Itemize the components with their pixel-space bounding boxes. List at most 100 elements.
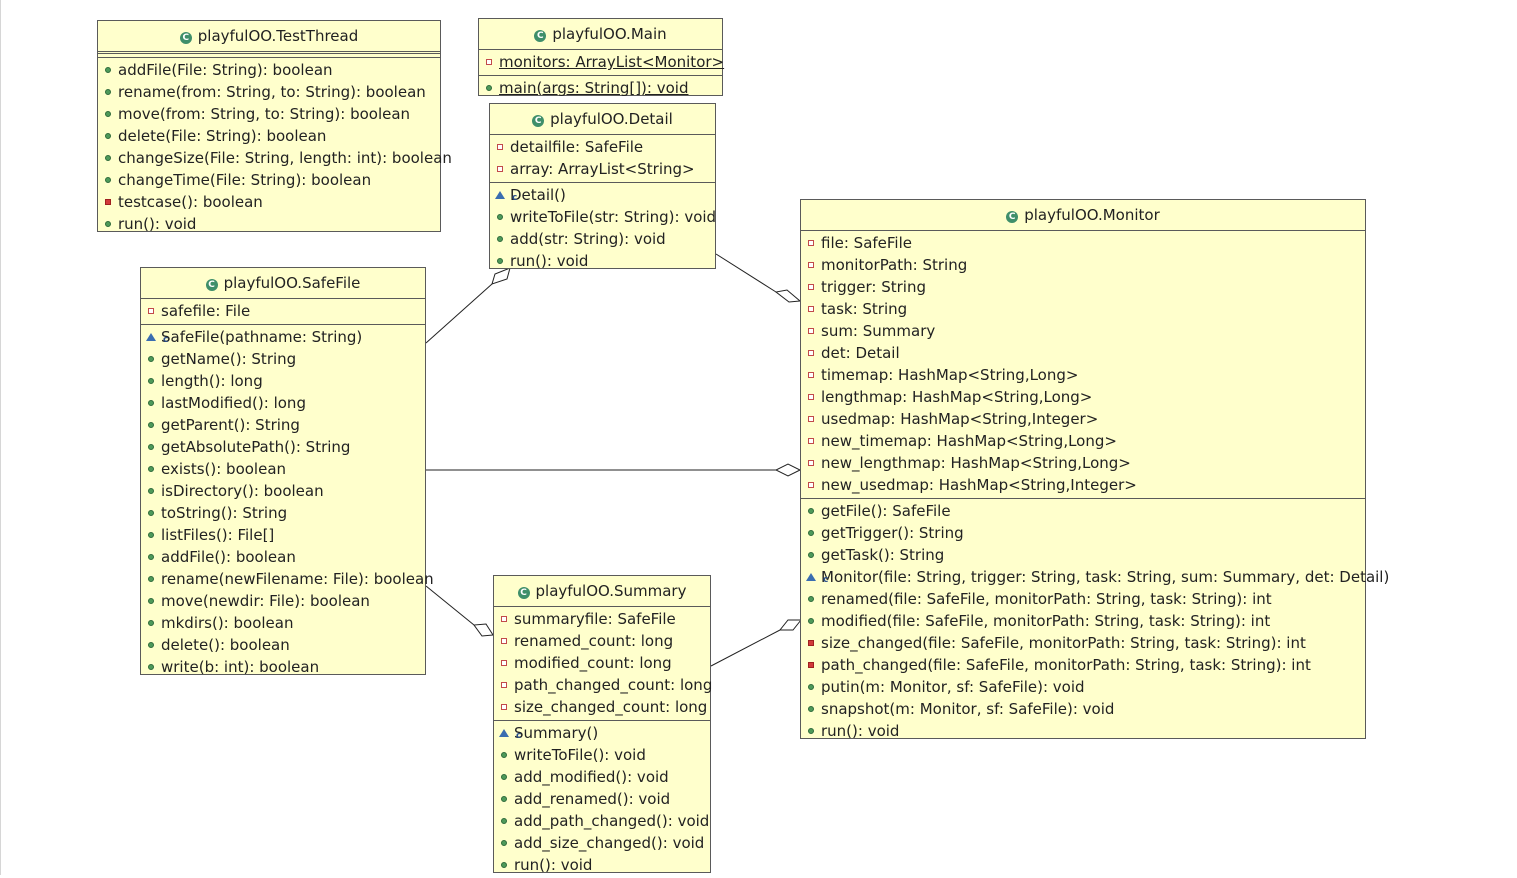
operation-row[interactable]: getTask(): String: [801, 544, 1365, 566]
operation-row[interactable]: main(args: String[]): void: [479, 77, 722, 99]
attribute-row[interactable]: lengthmap: HashMap<String,Long>: [801, 386, 1365, 408]
class-name: playfulOO.Monitor: [1024, 206, 1160, 224]
attribute-row[interactable]: safefile: File: [141, 300, 425, 322]
attribute-row[interactable]: trigger: String: [801, 276, 1365, 298]
class-box-detail[interactable]: CplayfulOO.Detail detailfile: SafeFile arr…: [489, 103, 716, 272]
operation-text: SafeFile(pathname: String): [161, 328, 363, 346]
attribute-row[interactable]: monitors: ArrayList<Monitor>: [479, 51, 724, 73]
operation-row[interactable]: run(): void: [98, 213, 440, 235]
operation-text: add_size_changed(): void: [514, 834, 705, 852]
aggregation-diamond-summary: [473, 623, 494, 637]
class-box-main[interactable]: CplayfulOO.Main monitors: ArrayList<Monit…: [478, 18, 724, 99]
operation-row[interactable]: addFile(File: String): boolean: [98, 59, 440, 81]
operation-row[interactable]: move(from: String, to: String): boolean: [98, 103, 440, 125]
operation-row[interactable]: add_modified(): void: [494, 766, 710, 788]
public-icon: [808, 684, 814, 690]
attribute-row[interactable]: det: Detail: [801, 342, 1365, 364]
operation-row[interactable]: getAbsolutePath(): String: [141, 436, 425, 458]
attribute-row[interactable]: path_changed_count: long: [494, 674, 712, 696]
attribute-row[interactable]: new_lengthmap: HashMap<String,Long>: [801, 452, 1365, 474]
class-name: playfulOO.TestThread: [197, 27, 359, 45]
class-box-summary[interactable]: CplayfulOO.Summary summaryfile: SafeFile r…: [493, 575, 712, 876]
operation-row[interactable]: run(): void: [494, 854, 710, 876]
operation-row[interactable]: getFile(): SafeFile: [801, 500, 1365, 522]
public-icon: [148, 422, 154, 428]
private-field-icon: [808, 394, 814, 400]
public-icon: [808, 706, 814, 712]
attribute-row[interactable]: new_timemap: HashMap<String,Long>: [801, 430, 1365, 452]
attribute-row[interactable]: sum: Summary: [801, 320, 1365, 342]
attribute-row[interactable]: task: String: [801, 298, 1365, 320]
operation-text: run(): void: [514, 856, 593, 874]
class-box-testthread[interactable]: CplayfulOO.TestThread addFile(File: Strin…: [97, 20, 452, 235]
operation-row[interactable]: renamed(file: SafeFile, monitorPath: Str…: [801, 588, 1365, 610]
operation-row[interactable]: c Detail(): [490, 184, 715, 206]
operation-row[interactable]: write(b: int): boolean: [141, 656, 425, 678]
aggregation-diamond-monitor-bottom: [778, 619, 803, 631]
operation-row[interactable]: toString(): String: [141, 502, 425, 524]
operation-text: getTrigger(): String: [821, 524, 964, 542]
operation-row[interactable]: putin(m: Monitor, sf: SafeFile): void: [801, 676, 1365, 698]
attribute-row[interactable]: timemap: HashMap<String,Long>: [801, 364, 1365, 386]
operation-text: toString(): String: [161, 504, 288, 522]
attribute-row[interactable]: new_usedmap: HashMap<String,Integer>: [801, 474, 1365, 496]
operation-row[interactable]: rename(newFilename: File): boolean: [141, 568, 434, 590]
operation-row[interactable]: addFile(): boolean: [141, 546, 425, 568]
operation-row[interactable]: add(str: String): void: [490, 228, 715, 250]
operation-text: changeSize(File: String, length: int): b…: [118, 149, 452, 167]
attribute-row[interactable]: size_changed_count: long: [494, 696, 710, 718]
public-icon: [148, 642, 154, 648]
class-icon: C: [205, 279, 218, 291]
operation-row[interactable]: changeSize(File: String, length: int): b…: [98, 147, 452, 169]
attribute-row[interactable]: array: ArrayList<String>: [490, 158, 715, 180]
operation-row[interactable]: writeToFile(str: String): void: [490, 206, 716, 228]
operation-row[interactable]: c SafeFile(pathname: String): [141, 326, 425, 348]
operation-row[interactable]: add_renamed(): void: [494, 788, 710, 810]
attribute-row[interactable]: renamed_count: long: [494, 630, 710, 652]
attribute-text: size_changed_count: long: [514, 698, 708, 716]
operation-row[interactable]: rename(from: String, to: String): boolea…: [98, 81, 440, 103]
operation-row[interactable]: run(): void: [801, 720, 1365, 742]
operation-row[interactable]: move(newdir: File): boolean: [141, 590, 425, 612]
attribute-row[interactable]: detailfile: SafeFile: [490, 136, 715, 158]
operation-row[interactable]: snapshot(m: Monitor, sf: SafeFile): void: [801, 698, 1365, 720]
operation-row[interactable]: changeTime(File: String): boolean: [98, 169, 440, 191]
class-box-monitor[interactable]: CplayfulOO.Monitor file: SafeFile monitorP…: [800, 199, 1389, 742]
operation-row[interactable]: modified(file: SafeFile, monitorPath: St…: [801, 610, 1365, 632]
operation-text: run(): void: [510, 252, 589, 270]
operation-row[interactable]: run(): void: [490, 250, 715, 272]
operation-row[interactable]: writeToFile(): void: [494, 744, 710, 766]
operation-row[interactable]: add_size_changed(): void: [494, 832, 710, 854]
operation-row[interactable]: mkdirs(): boolean: [141, 612, 425, 634]
operation-text: add_renamed(): void: [514, 790, 671, 808]
private-field-icon: [486, 59, 492, 65]
attribute-row[interactable]: monitorPath: String: [801, 254, 1365, 276]
operation-row[interactable]: c Monitor(file: String, trigger: String, …: [801, 566, 1389, 588]
operation-row[interactable]: lastModified(): long: [141, 392, 425, 414]
attribute-text: timemap: HashMap<String,Long>: [821, 366, 1079, 384]
operation-text: move(newdir: File): boolean: [161, 592, 370, 610]
public-icon: [501, 818, 507, 824]
operation-row[interactable]: delete(): boolean: [141, 634, 425, 656]
operation-row[interactable]: size_changed(file: SafeFile, monitorPath…: [801, 632, 1365, 654]
operation-row[interactable]: c Summary(): [494, 722, 710, 744]
operation-row[interactable]: listFiles(): File[]: [141, 524, 425, 546]
operation-row[interactable]: length(): long: [141, 370, 425, 392]
operation-row[interactable]: testcase(): boolean: [98, 191, 440, 213]
public-icon: [501, 862, 507, 868]
operation-row[interactable]: add_path_changed(): void: [494, 810, 710, 832]
class-icon: C: [532, 115, 545, 127]
attribute-row[interactable]: usedmap: HashMap<String,Integer>: [801, 408, 1365, 430]
operation-text: main(args: String[]): void: [499, 79, 689, 97]
operation-row[interactable]: getName(): String: [141, 348, 425, 370]
attribute-row[interactable]: summaryfile: SafeFile: [494, 608, 710, 630]
operation-row[interactable]: delete(File: String): boolean: [98, 125, 440, 147]
class-box-safefile[interactable]: CplayfulOO.SafeFile safefile: File c SafeFi…: [140, 267, 434, 678]
attribute-row[interactable]: file: SafeFile: [801, 232, 1365, 254]
attribute-row[interactable]: modified_count: long: [494, 652, 710, 674]
operation-row[interactable]: getTrigger(): String: [801, 522, 1365, 544]
operation-row[interactable]: getParent(): String: [141, 414, 425, 436]
operation-row[interactable]: exists(): boolean: [141, 458, 425, 480]
operation-row[interactable]: path_changed(file: SafeFile, monitorPath…: [801, 654, 1365, 676]
operation-row[interactable]: isDirectory(): boolean: [141, 480, 425, 502]
